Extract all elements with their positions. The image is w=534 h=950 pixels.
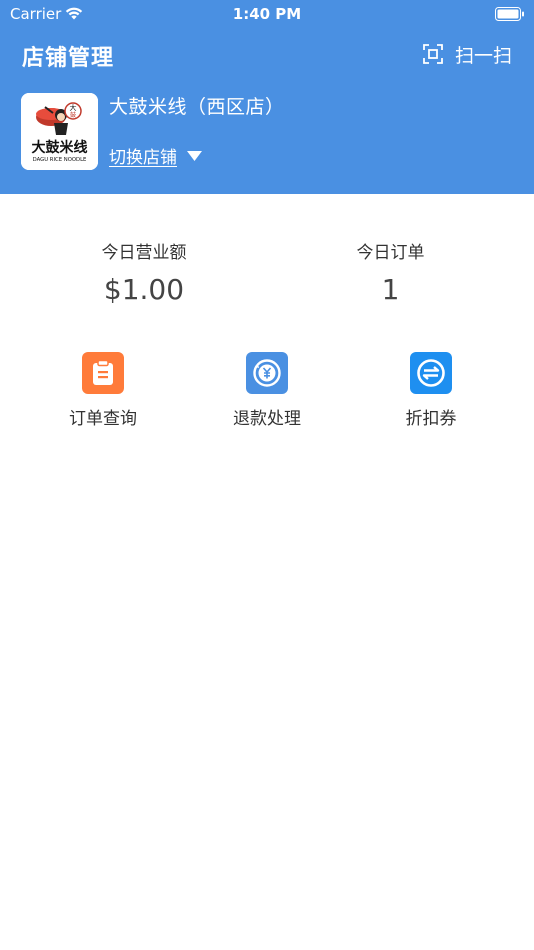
scan-button[interactable]: 扫一扫 — [423, 40, 512, 68]
coupon-icon — [410, 352, 452, 394]
today-orders-label: 今日订单 — [356, 243, 425, 263]
header-bar: Carrier 1:40 PM 店铺管理 扫一扫 大 鼓 大鼓米线 DAGU R… — [0, 0, 534, 194]
svg-text:大: 大 — [70, 103, 77, 112]
order-query-button[interactable]: 订单查询 — [33, 352, 173, 429]
today-orders-value: 1 — [381, 273, 400, 306]
today-revenue-label: 今日营业额 — [101, 243, 187, 263]
switch-store-label: 切换店铺 — [109, 148, 177, 168]
today-revenue-value: $1.00 — [103, 273, 185, 306]
refund-label: 退款处理 — [233, 409, 301, 429]
clock: 1:40 PM — [232, 5, 302, 23]
svg-text:大鼓米线: 大鼓米线 — [32, 139, 88, 156]
store-logo: 大 鼓 大鼓米线 DAGU RICE NOODLE — [21, 93, 98, 170]
order-query-label: 订单查询 — [69, 409, 137, 429]
battery-icon — [495, 7, 524, 21]
switch-store-button[interactable]: 切换店铺 — [109, 143, 202, 168]
svg-text:DAGU RICE NOODLE: DAGU RICE NOODLE — [33, 157, 87, 163]
store-name: 大鼓米线（西区店） — [109, 96, 285, 118]
page-title: 店铺管理 — [22, 46, 115, 71]
store-logo-image: 大 鼓 大鼓米线 DAGU RICE NOODLE — [21, 93, 98, 170]
svg-text:鼓: 鼓 — [70, 111, 76, 119]
coupon-label: 折扣券 — [405, 409, 457, 429]
today-revenue: 今日营业额 $1.00 — [11, 238, 277, 306]
scan-icon — [423, 44, 443, 64]
caret-down-icon — [187, 150, 202, 161]
coupon-button[interactable]: 折扣券 — [361, 352, 501, 429]
today-orders: 今日订单 1 — [257, 238, 524, 306]
scan-label: 扫一扫 — [454, 44, 512, 67]
clipboard-icon — [82, 352, 124, 394]
status-bar: Carrier 1:40 PM — [0, 0, 534, 28]
refund-button[interactable]: 退款处理 — [197, 352, 337, 429]
refund-yen-icon — [246, 352, 288, 394]
